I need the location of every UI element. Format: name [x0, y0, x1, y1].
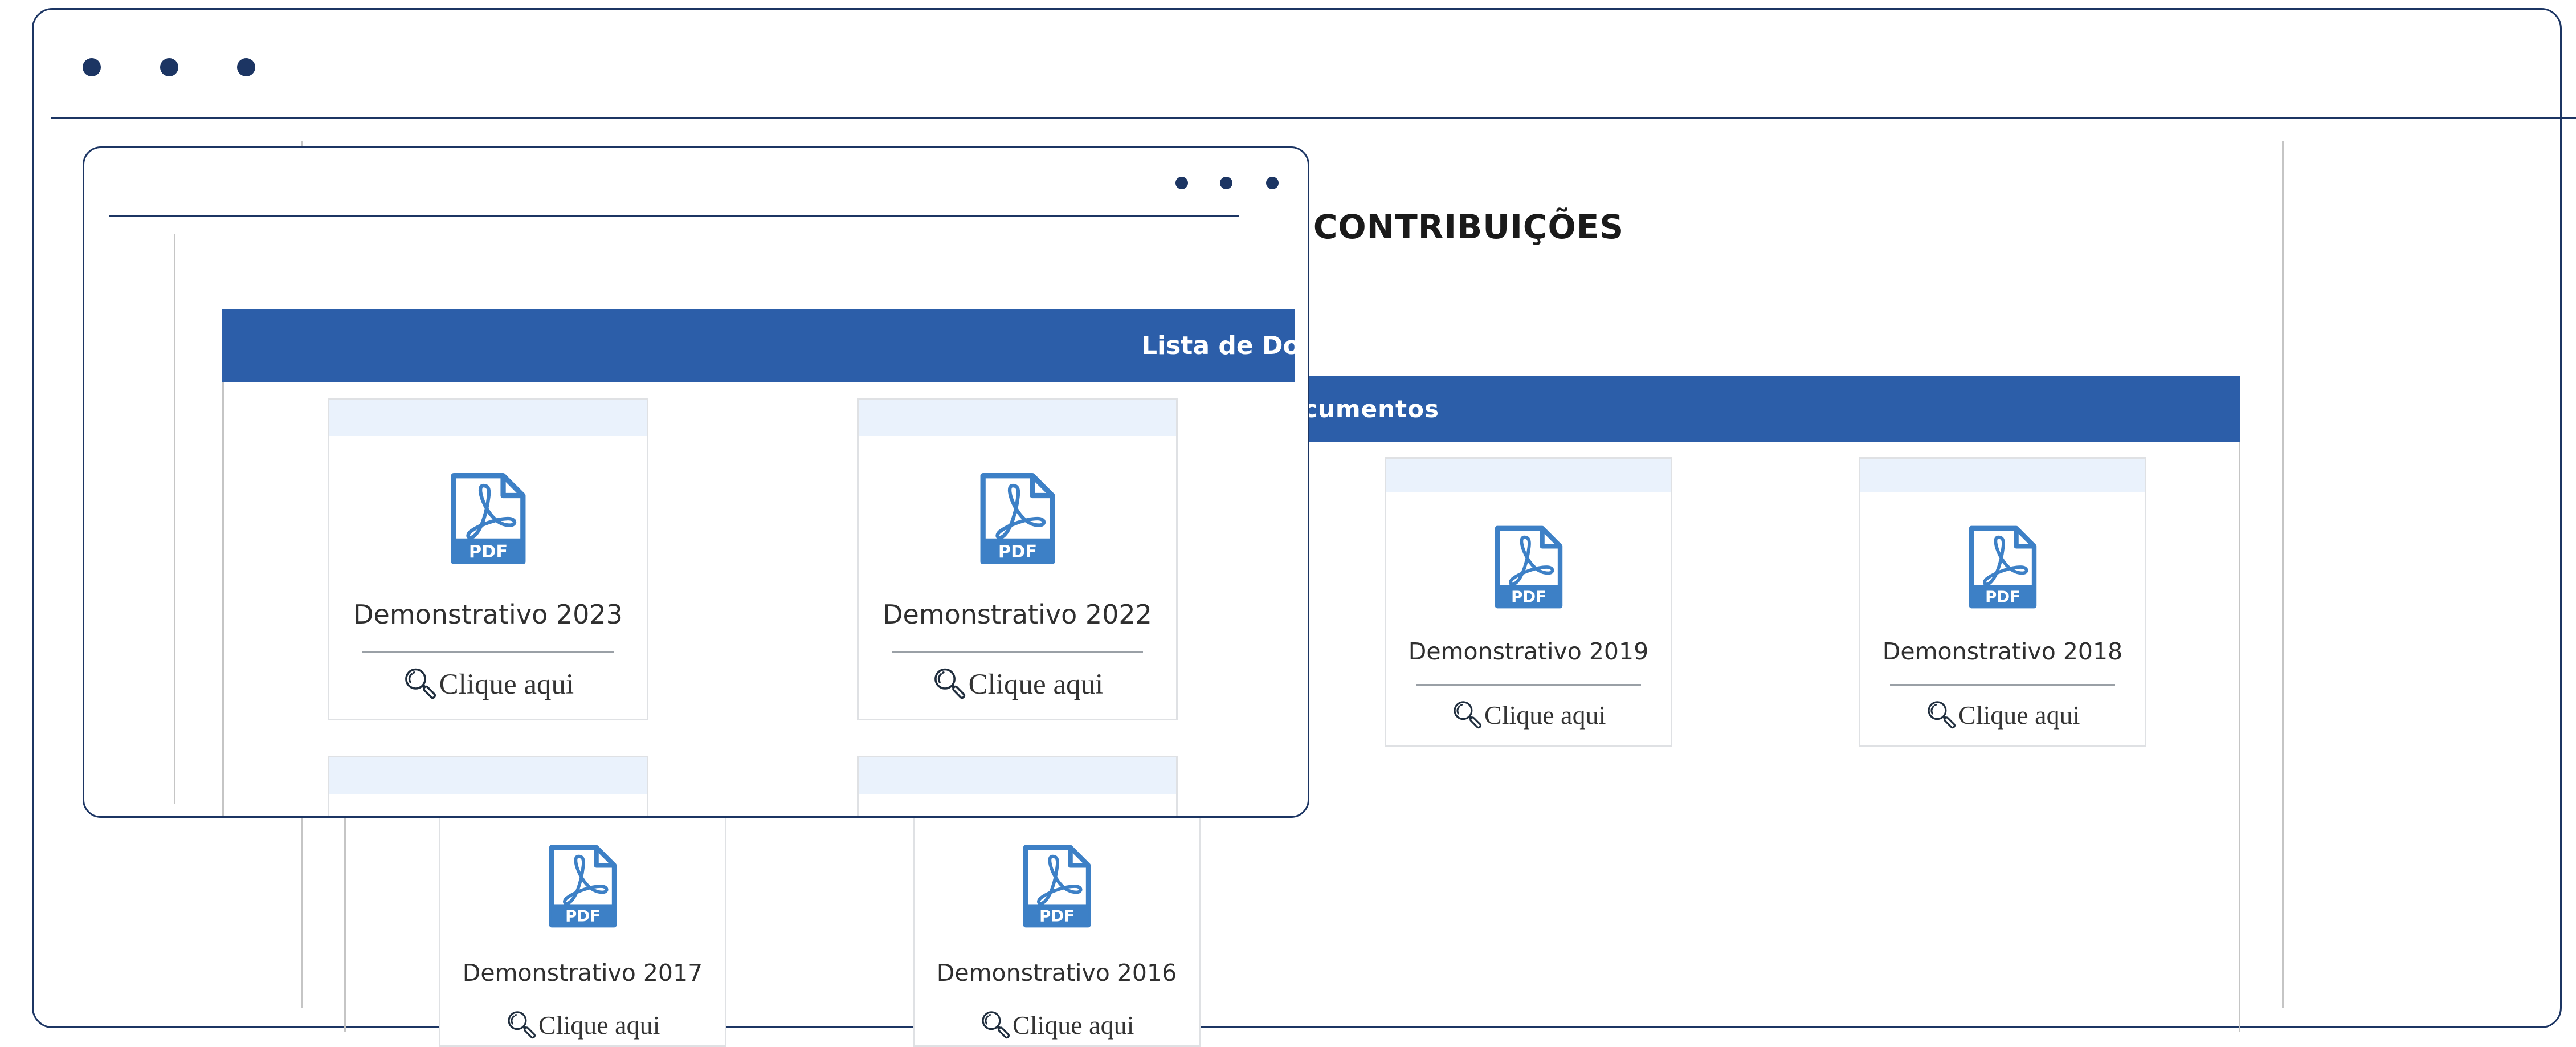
card-divider	[1416, 684, 1641, 686]
open-document-link[interactable]: 🔍︎Clique aqui	[329, 667, 647, 701]
document-card-partial	[857, 756, 1178, 816]
page-title: E CONTRIBUIÇÕES	[1278, 207, 1624, 246]
magnifier-icon: 🔍︎	[402, 667, 439, 701]
pdf-file-icon	[1967, 524, 2039, 610]
card-header-strip	[1860, 459, 2145, 492]
window-dot-3[interactable]	[237, 58, 255, 76]
document-card-2023: Demonstrativo 2023 🔍︎Clique aqui	[328, 398, 648, 720]
card-header-strip	[329, 400, 647, 436]
browser-window-front: Lista de Documentos Demonstrativo 2023 🔍…	[83, 146, 1309, 818]
document-title: Demonstrativo 2023	[353, 599, 623, 630]
open-document-link[interactable]: 🔍︎Clique aqui	[915, 1009, 1199, 1041]
magnifier-icon: 🔍︎	[505, 1009, 539, 1040]
magnifier-icon: 🔍︎	[979, 1009, 1013, 1040]
document-title: Demonstrativo 2022	[883, 599, 1152, 630]
open-document-link[interactable]: 🔍︎Clique aqui	[1860, 699, 2145, 731]
document-title: Demonstrativo 2019	[1408, 638, 1649, 665]
toolbar-divider	[109, 215, 1239, 217]
card-divider	[892, 651, 1143, 653]
pdf-file-icon	[1493, 524, 1565, 610]
document-title: Demonstrativo 2016	[936, 959, 1177, 987]
pdf-file-icon	[1021, 843, 1093, 930]
window-dot-1[interactable]	[83, 58, 101, 76]
window-dot-3[interactable]	[1266, 177, 1279, 189]
content-border-left	[174, 234, 175, 804]
open-document-link[interactable]: 🔍︎Clique aqui	[1386, 699, 1671, 731]
magnifier-icon: 🔍︎	[1451, 699, 1485, 730]
magnifier-icon: 🔍︎	[1925, 699, 1959, 730]
open-document-link[interactable]: 🔍︎Clique aqui	[440, 1009, 725, 1041]
document-title: Demonstrativo 2018	[1882, 638, 2123, 665]
document-card-2022: Demonstrativo 2022 🔍︎Clique aqui	[857, 398, 1178, 720]
card-header-strip	[329, 757, 647, 794]
card-header-strip	[859, 400, 1176, 436]
card-divider	[362, 651, 614, 653]
window-dot-2[interactable]	[1220, 177, 1232, 189]
magnifier-icon: 🔍︎	[931, 667, 969, 701]
card-divider	[1890, 684, 2115, 686]
pdf-file-icon	[978, 471, 1058, 567]
window-dot-1[interactable]	[1175, 177, 1188, 189]
document-card-2018: Demonstrativo 2018 🔍︎Clique aqui	[1859, 457, 2146, 747]
pdf-file-icon	[547, 843, 619, 930]
window-dot-2[interactable]	[160, 58, 178, 76]
card-header-strip	[859, 757, 1176, 794]
card-header-strip	[1386, 459, 1671, 492]
document-title: Demonstrativo 2017	[462, 959, 703, 987]
document-card-2019: Demonstrativo 2019 🔍︎Clique aqui	[1385, 457, 1672, 747]
open-document-link[interactable]: 🔍︎Clique aqui	[859, 667, 1176, 701]
content-border-right	[2282, 141, 2284, 1008]
document-card-partial	[328, 756, 648, 816]
pdf-file-icon	[448, 471, 528, 567]
toolbar-divider	[51, 117, 2576, 119]
document-list-header: Lista de Documentos	[222, 309, 1295, 382]
